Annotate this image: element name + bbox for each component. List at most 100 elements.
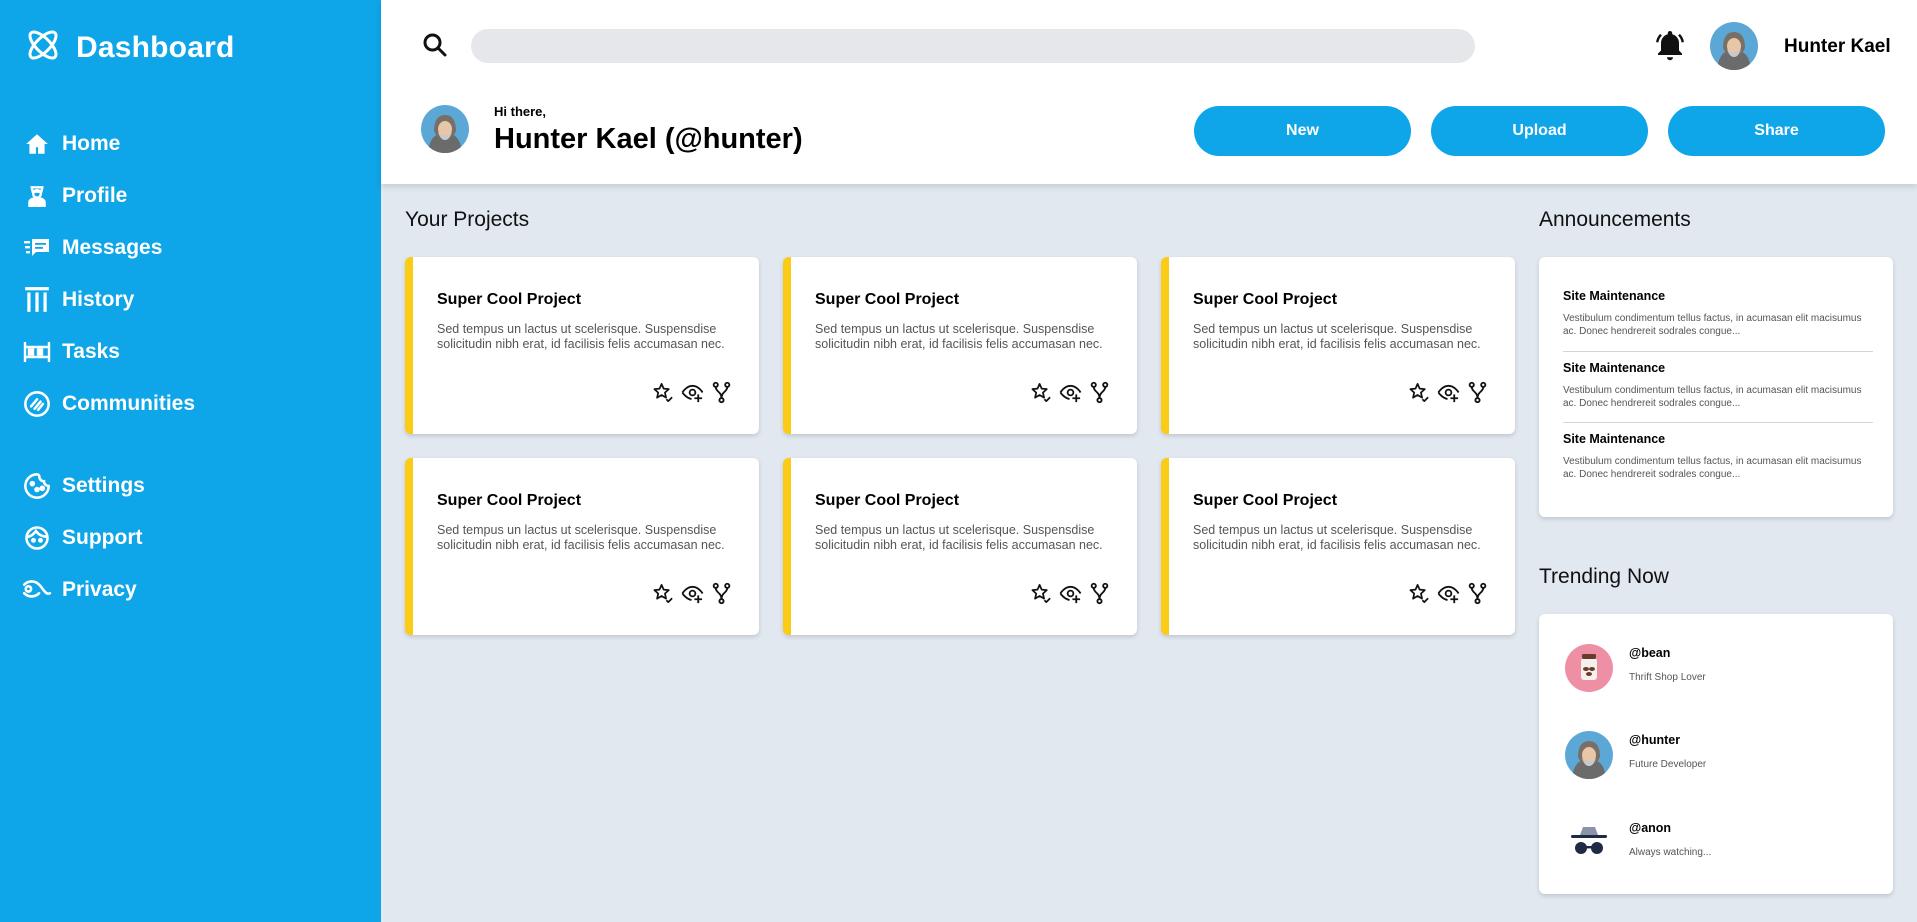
project-description: Sed tempus un lactus ut scelerisque. Sus… [815, 523, 1103, 552]
project-description: Sed tempus un lactus ut scelerisque. Sus… [437, 523, 725, 552]
project-actions [1408, 381, 1489, 404]
project-title: Super Cool Project [437, 291, 582, 308]
history-icon [20, 283, 54, 317]
star-check-icon[interactable] [652, 381, 675, 404]
tasks-icon [20, 335, 54, 369]
trending-subtitle: Future Developer [1629, 759, 1707, 770]
sidebar-item-messages[interactable]: Messages [20, 222, 360, 274]
watch-add-icon[interactable] [681, 381, 704, 404]
project-description: Sed tempus un lactus ut scelerisque. Sus… [815, 322, 1103, 351]
search-icon[interactable] [420, 30, 450, 60]
announcement-item[interactable]: Site Maintenance Vestibulum condimentum … [1563, 361, 1873, 410]
atom-logo-icon [24, 26, 62, 69]
trending-handle: @anon [1629, 821, 1672, 835]
watch-add-icon[interactable] [1437, 582, 1460, 605]
trending-item-hunter[interactable]: @hunter Future Developer [1565, 731, 1707, 780]
project-title: Super Cool Project [815, 291, 960, 308]
announcement-item[interactable]: Site Maintenance Vestibulum condimentum … [1563, 432, 1873, 481]
trending-item-anon[interactable]: @anon Always watching... [1565, 819, 1711, 867]
new-button[interactable]: New [1194, 106, 1411, 156]
trending-item-bean[interactable]: @bean Thrift Shop Lover [1565, 644, 1706, 692]
project-card[interactable]: Super Cool Project Sed tempus un lactus u… [405, 458, 759, 635]
star-check-icon[interactable] [1030, 582, 1053, 605]
fork-icon[interactable] [1088, 582, 1111, 605]
sidebar-item-communities[interactable]: Communities [20, 378, 360, 430]
divider [1563, 351, 1873, 352]
project-title: Super Cool Project [437, 492, 582, 509]
announcement-title: Site Maintenance [1563, 432, 1666, 446]
project-title: Super Cool Project [1193, 492, 1338, 509]
projects-title: Your Projects [405, 208, 530, 231]
trending-handle: @bean [1629, 646, 1671, 660]
sidebar-item-history[interactable]: History [20, 274, 360, 326]
project-description: Sed tempus un lactus ut scelerisque. Sus… [1193, 523, 1481, 552]
share-button[interactable]: Share [1668, 106, 1885, 156]
sidebar-item-support[interactable]: Support [20, 512, 360, 564]
star-check-icon[interactable] [1030, 381, 1053, 404]
brand[interactable]: Dashboard [24, 26, 235, 69]
upload-button[interactable]: Upload [1431, 106, 1648, 156]
brand-title: Dashboard [76, 30, 235, 64]
project-title: Super Cool Project [1193, 291, 1338, 308]
star-check-icon[interactable] [652, 582, 675, 605]
support-icon [20, 521, 54, 555]
sidebar-item-tasks[interactable]: Tasks [20, 326, 360, 378]
sidebar-item-home[interactable]: Home [20, 118, 360, 170]
messages-icon [20, 231, 54, 265]
sidebar-item-label: History [62, 288, 135, 311]
greeting-name: Hunter Kael (@hunter) [494, 123, 803, 155]
greeting-text: Hi there, [494, 104, 547, 119]
announcements-panel: Site Maintenance Vestibulum condimentum … [1539, 257, 1893, 517]
user-avatar[interactable] [1710, 22, 1758, 71]
project-description: Sed tempus un lactus ut scelerisque. Sus… [1193, 322, 1481, 351]
fork-icon[interactable] [1088, 381, 1111, 404]
sidebar-item-settings[interactable]: Settings [20, 460, 360, 512]
communities-icon [20, 387, 54, 421]
sidebar-item-label: Messages [62, 236, 163, 259]
project-card[interactable]: Super Cool Project Sed tempus un lactus u… [405, 257, 759, 434]
star-check-icon[interactable] [1408, 381, 1431, 404]
project-actions [652, 582, 733, 605]
trending-subtitle: Thrift Shop Lover [1629, 672, 1706, 683]
announcement-title: Site Maintenance [1563, 289, 1666, 303]
hooded-avatar-icon [1565, 731, 1613, 780]
sidebar-item-label: Home [62, 132, 121, 155]
star-check-icon[interactable] [1408, 582, 1431, 605]
sidebar-item-label: Privacy [62, 578, 137, 601]
incognito-avatar-icon [1565, 819, 1613, 867]
coffee-bean-avatar-icon [1565, 644, 1613, 692]
header-user-name[interactable]: Hunter Kael [1784, 36, 1891, 58]
sidebar-item-privacy[interactable]: Privacy [20, 564, 360, 616]
home-icon [20, 127, 54, 161]
trending-subtitle: Always watching... [1629, 847, 1712, 858]
sidebar-item-label: Settings [62, 474, 145, 497]
project-title: Super Cool Project [815, 492, 960, 509]
watch-add-icon[interactable] [1059, 381, 1082, 404]
watch-add-icon[interactable] [1437, 381, 1460, 404]
bell-notification-icon[interactable] [1652, 28, 1688, 64]
project-card[interactable]: Super Cool Project Sed tempus un lactus u… [1161, 458, 1515, 635]
announcement-title: Site Maintenance [1563, 361, 1666, 375]
project-card[interactable]: Super Cool Project Sed tempus un lactus u… [1161, 257, 1515, 434]
watch-add-icon[interactable] [1059, 582, 1082, 605]
fork-icon[interactable] [1466, 582, 1489, 605]
sidebar-item-profile[interactable]: Profile [20, 170, 360, 222]
trending-title: Trending Now [1539, 565, 1669, 588]
announcement-body: Vestibulum condimentum tellus factus, in… [1563, 313, 1862, 337]
project-actions [1408, 582, 1489, 605]
fork-icon[interactable] [710, 582, 733, 605]
project-description: Sed tempus un lactus ut scelerisque. Sus… [437, 322, 725, 351]
sidebar-item-label: Tasks [62, 340, 120, 363]
project-card[interactable]: Super Cool Project Sed tempus un lactus u… [783, 458, 1137, 635]
greeting-avatar [421, 105, 469, 154]
trending-text: @bean Thrift Shop Lover [1629, 644, 1706, 683]
search-input[interactable] [471, 29, 1475, 63]
announcement-item[interactable]: Site Maintenance Vestibulum condimentum … [1563, 289, 1873, 338]
watch-add-icon[interactable] [681, 582, 704, 605]
fork-icon[interactable] [1466, 381, 1489, 404]
announcements-title: Announcements [1539, 208, 1691, 231]
project-card[interactable]: Super Cool Project Sed tempus un lactus u… [783, 257, 1137, 434]
fork-icon[interactable] [710, 381, 733, 404]
settings-icon [20, 469, 54, 503]
